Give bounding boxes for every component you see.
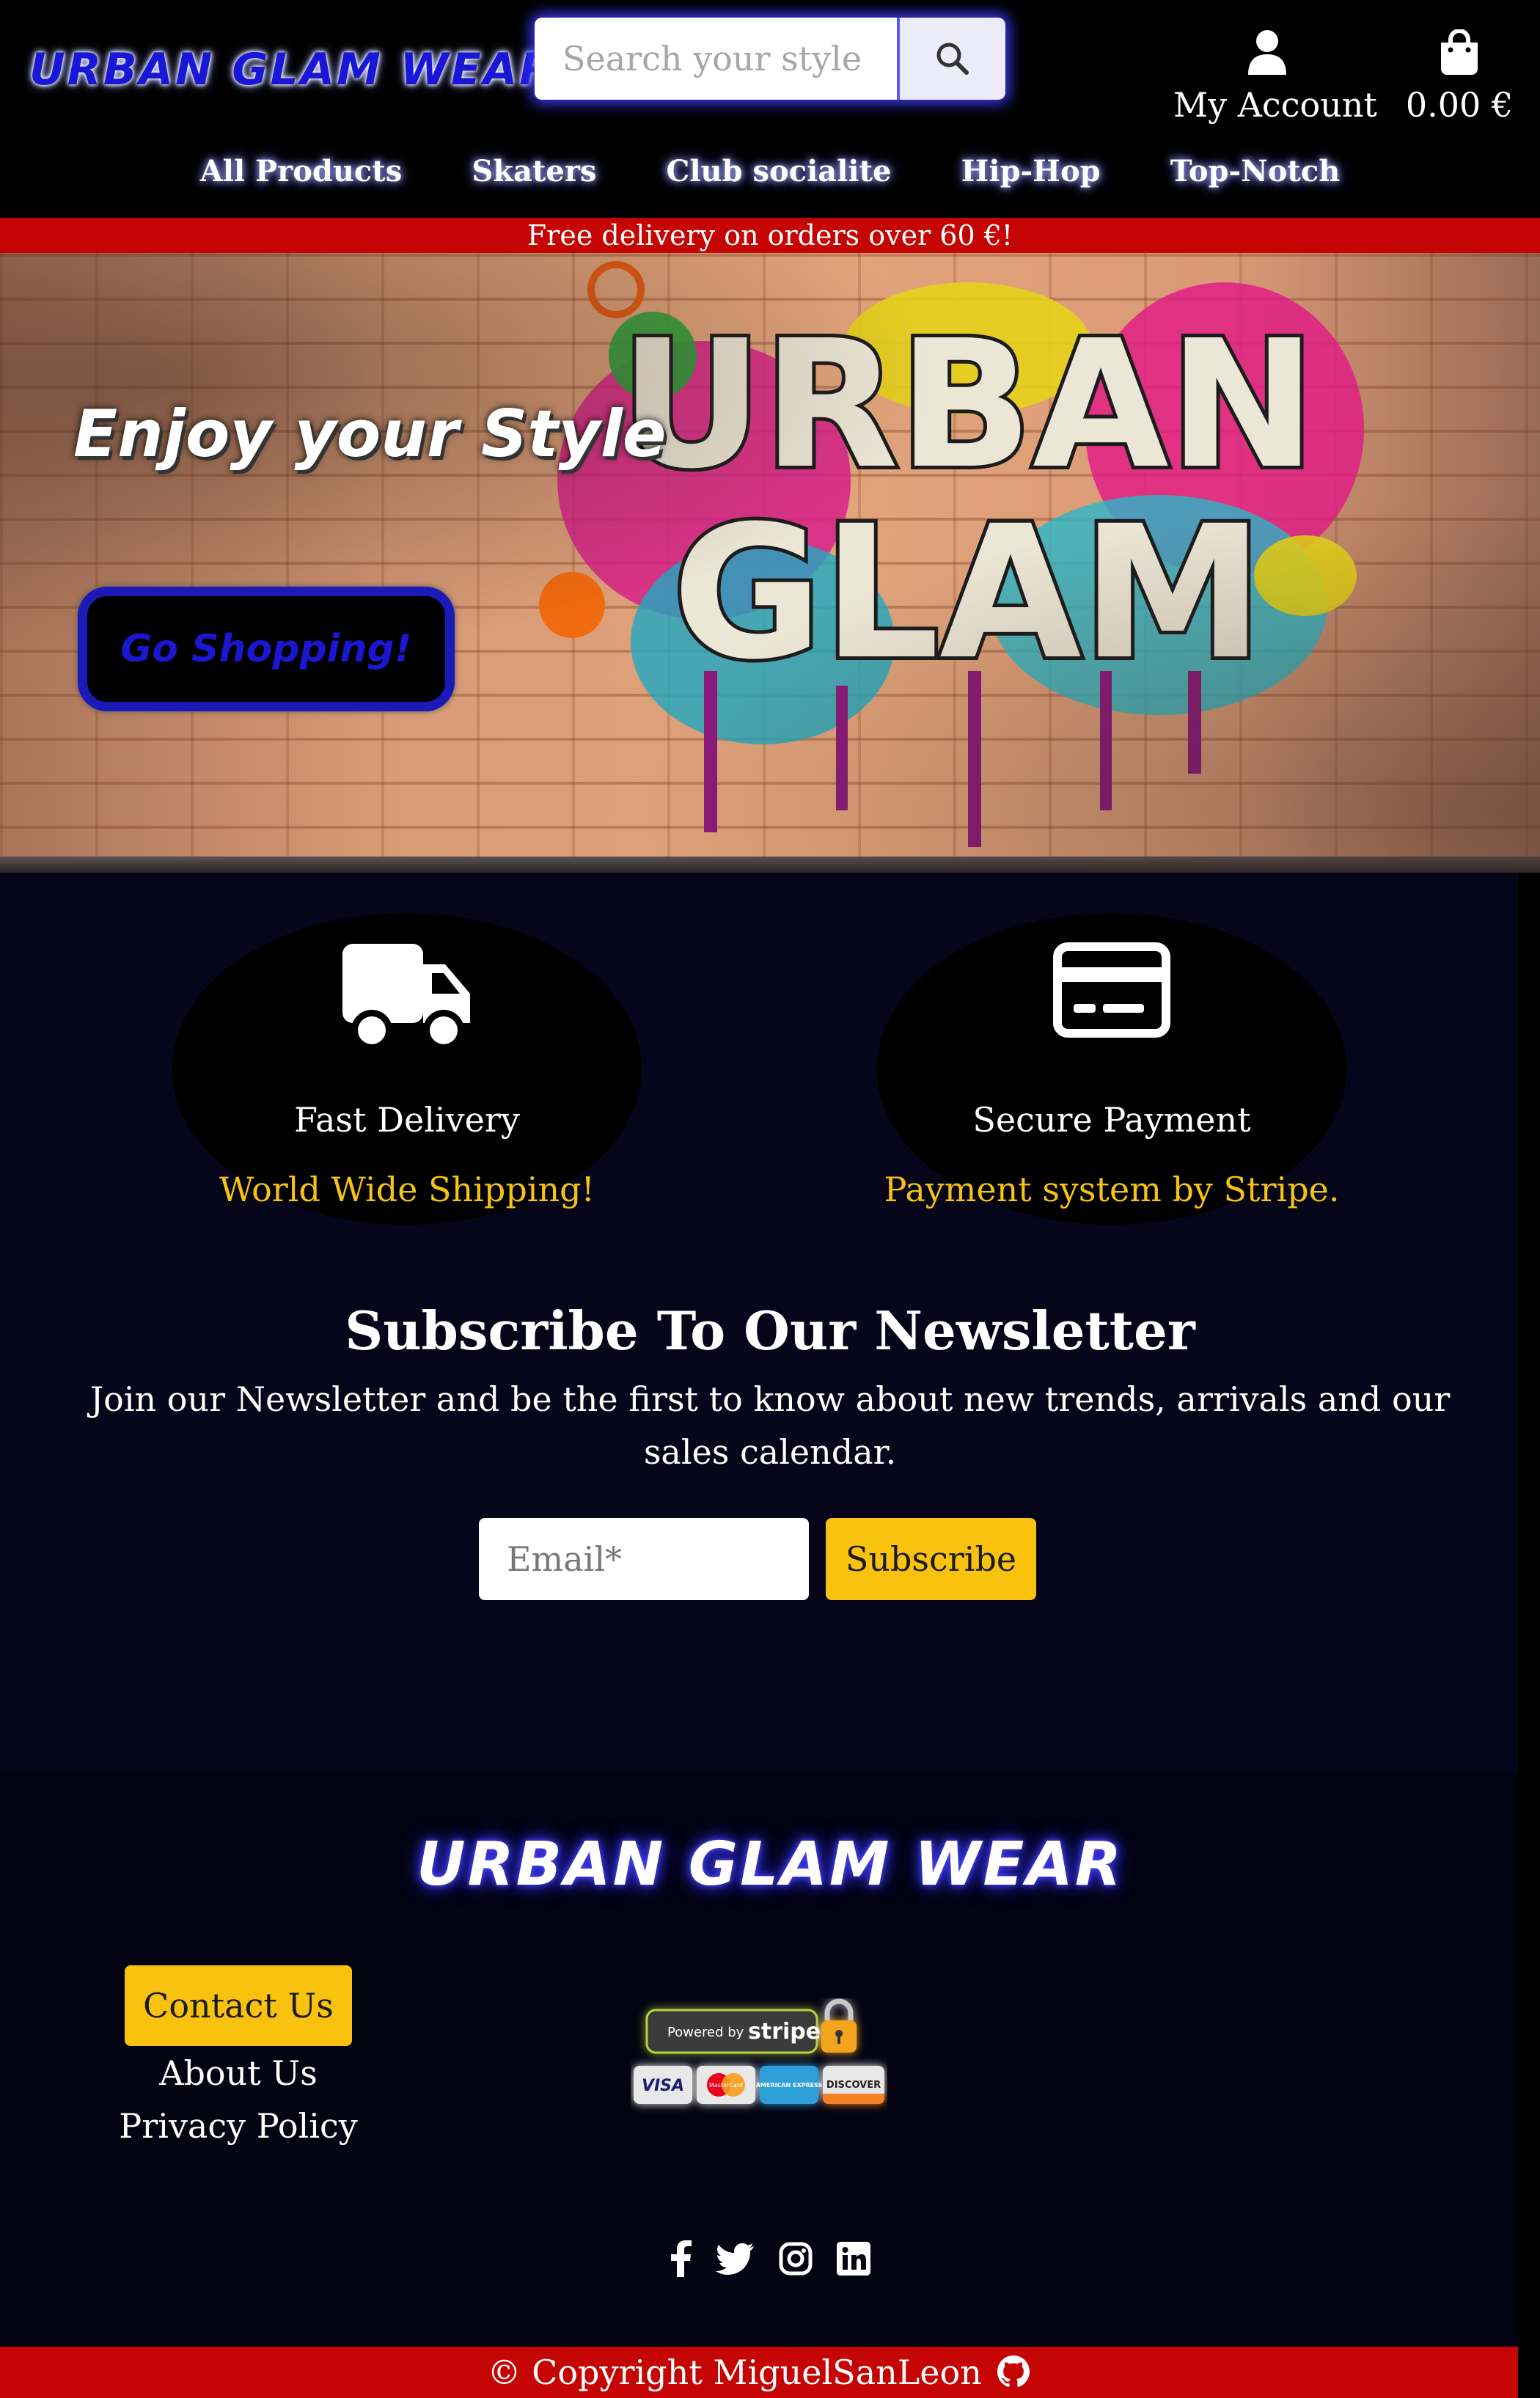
- stripe-payment-badge: Powered by stripe VISA MasterCard AMERIC…: [634, 1998, 884, 2104]
- copyright-bar: © Copyright MiguelSanLeon: [0, 2347, 1518, 2398]
- stripe-brand: stripe: [748, 2019, 821, 2045]
- footer-links: Contact Us About Us Privacy Policy: [73, 1965, 403, 2152]
- graffiti-line-2: GLAM: [672, 486, 1264, 700]
- site-footer: URBAN GLAM WEAR Contact Us About Us Priv…: [0, 1771, 1540, 2347]
- credit-card-icon: [1053, 942, 1170, 1038]
- privacy-policy-link[interactable]: Privacy Policy: [73, 2100, 403, 2152]
- user-icon: [1248, 30, 1286, 75]
- feature-subtitle: World Wide Shipping!: [219, 1170, 595, 1209]
- search-button[interactable]: [897, 18, 1005, 100]
- email-field[interactable]: [479, 1518, 809, 1600]
- github-icon[interactable]: [997, 2355, 1030, 2388]
- nav-item-club-socialite[interactable]: Club socialite: [667, 154, 892, 188]
- main-nav: All Products Skaters Club socialite Hip-…: [0, 154, 1540, 205]
- site-logo[interactable]: URBAN GLAM WEAR: [29, 44, 556, 95]
- facebook-icon[interactable]: [670, 2240, 692, 2277]
- feature-subtitle: Payment system by Stripe.: [884, 1170, 1340, 1209]
- free-delivery-banner: Free delivery on orders over 60 €!: [0, 218, 1540, 253]
- copyright-text: © Copyright MiguelSanLeon: [487, 2353, 982, 2392]
- site-header: URBAN GLAM WEAR My Account 0.00 € All Pr…: [0, 0, 1540, 218]
- discover-card-label: DISCOVER: [826, 2080, 881, 2091]
- hero-bottom-edge: [0, 857, 1540, 873]
- feature-secure-payment: Secure Payment Payment system by Stripe.: [877, 913, 1346, 1225]
- amex-card-label: AMERICAN EXPRESS: [756, 2082, 823, 2089]
- graffiti-line-1: URBAN: [620, 302, 1316, 507]
- linkedin-icon[interactable]: [836, 2242, 870, 2276]
- mastercard-label: MasterCard: [709, 2082, 743, 2089]
- footer-logo: URBAN GLAM WEAR: [416, 1830, 1124, 1899]
- contact-us-button[interactable]: Contact Us: [125, 1965, 352, 2046]
- twitter-icon[interactable]: [716, 2243, 755, 2275]
- shopping-bag-link[interactable]: 0.00 €: [1404, 29, 1514, 125]
- about-us-link[interactable]: About Us: [73, 2047, 403, 2099]
- newsletter-description: Join our Newsletter and be the first to …: [89, 1379, 1451, 1472]
- search-input[interactable]: [535, 18, 897, 100]
- urban-glam-graffiti-image: URBAN GLAM: [539, 261, 1364, 847]
- feature-fast-delivery: Fast Delivery World Wide Shipping!: [172, 913, 642, 1225]
- nav-item-top-notch[interactable]: Top-Notch: [1170, 154, 1341, 188]
- nav-item-hip-hop[interactable]: Hip-Hop: [961, 154, 1101, 188]
- hero-banner: URBAN GLAM Enjoy your Style Go Shopping!: [0, 253, 1540, 873]
- my-account-label: My Account: [1173, 85, 1377, 125]
- scrollbar-track[interactable]: [1518, 873, 1540, 2398]
- truck-icon: [342, 944, 470, 1051]
- nav-item-all-products[interactable]: All Products: [200, 154, 403, 188]
- feature-title: Fast Delivery: [294, 1100, 520, 1140]
- newsletter-section: Subscribe To Our Newsletter Join our New…: [0, 1298, 1540, 1600]
- go-shopping-button[interactable]: Go Shopping!: [78, 587, 455, 711]
- visa-card-label: VISA: [642, 2077, 684, 2095]
- shopping-bag-icon: [1441, 29, 1478, 75]
- search-icon: [936, 43, 969, 75]
- newsletter-form: Subscribe: [479, 1518, 1036, 1600]
- social-links: [0, 2240, 1540, 2277]
- cart-total: 0.00 €: [1405, 85, 1514, 125]
- search-bar: [535, 18, 1005, 100]
- newsletter-title: Subscribe To Our Newsletter: [345, 1299, 1195, 1362]
- hero-heading: Enjoy your Style: [73, 396, 667, 472]
- instagram-icon[interactable]: [779, 2242, 813, 2276]
- my-account-link[interactable]: My Account: [1173, 29, 1377, 125]
- nav-item-skaters[interactable]: Skaters: [472, 154, 596, 188]
- subscribe-button[interactable]: Subscribe: [826, 1518, 1036, 1600]
- stripe-powered-by: Powered by: [667, 2025, 744, 2040]
- feature-title: Secure Payment: [972, 1100, 1251, 1140]
